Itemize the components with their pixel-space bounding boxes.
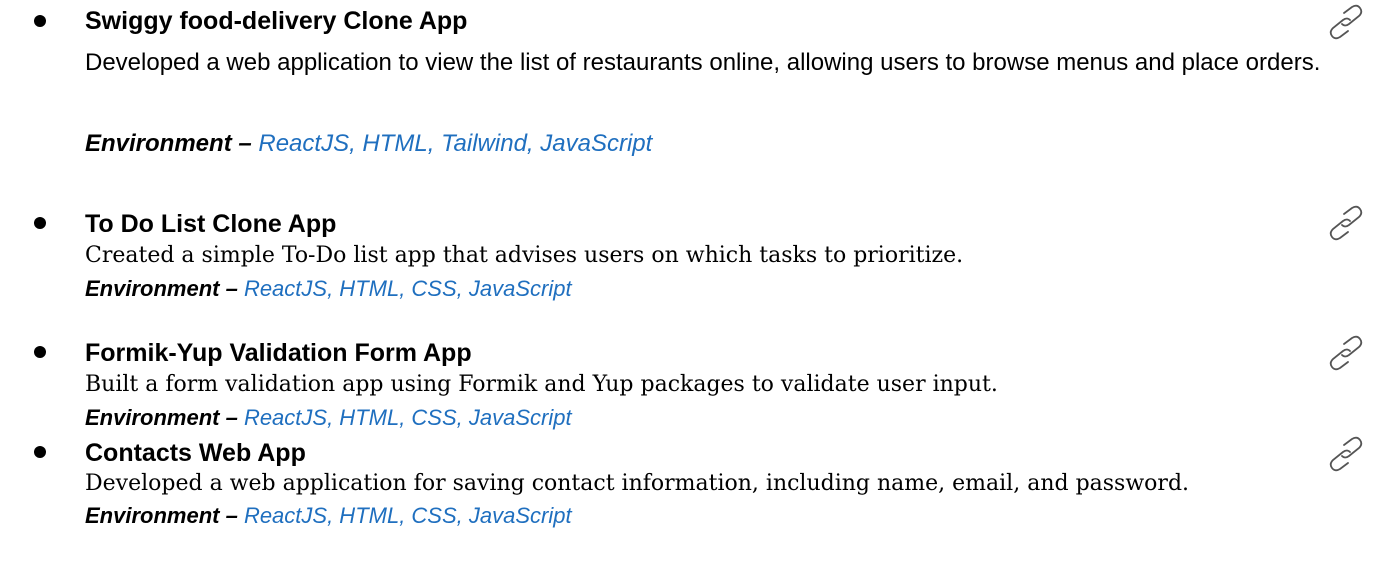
project-environment: Environment – ReactJS, HTML, Tailwind, J… <box>85 129 652 159</box>
environment-label: Environment – <box>85 130 252 157</box>
project-description: Created a simple To-Do list app that adv… <box>85 243 964 268</box>
environment-stack: ReactJS, HTML, CSS, JavaScript <box>243 503 572 528</box>
environment-label: Environment – <box>85 276 238 301</box>
link-icon[interactable] <box>1328 205 1364 241</box>
bullet-icon <box>34 446 46 458</box>
bullet-icon <box>34 346 46 358</box>
bullet-icon <box>34 217 46 229</box>
environment-label: Environment – <box>85 503 238 528</box>
environment-label: Environment – <box>85 405 238 430</box>
project-title: Contacts Web App <box>85 439 306 467</box>
link-icon[interactable] <box>1328 335 1364 371</box>
project-title: To Do List Clone App <box>85 210 337 238</box>
environment-stack: ReactJS, HTML, CSS, JavaScript <box>243 276 572 301</box>
project-environment: Environment – ReactJS, HTML, CSS, JavaSc… <box>85 503 572 529</box>
project-environment: Environment – ReactJS, HTML, CSS, JavaSc… <box>85 276 572 302</box>
project-title: Swiggy food-delivery Clone App <box>85 7 468 35</box>
project-title: Formik-Yup Validation Form App <box>85 339 472 367</box>
environment-stack: ReactJS, HTML, CSS, JavaScript <box>243 405 572 430</box>
link-icon[interactable] <box>1328 4 1364 40</box>
project-description: Built a form validation app using Formik… <box>85 372 998 397</box>
project-description: Developed a web application for saving c… <box>85 471 1190 496</box>
project-description: Developed a web application to view the … <box>85 49 1321 76</box>
link-icon[interactable] <box>1328 436 1364 472</box>
project-environment: Environment – ReactJS, HTML, CSS, JavaSc… <box>85 405 572 431</box>
bullet-icon <box>34 15 46 27</box>
environment-stack: ReactJS, HTML, Tailwind, JavaScript <box>258 130 653 157</box>
